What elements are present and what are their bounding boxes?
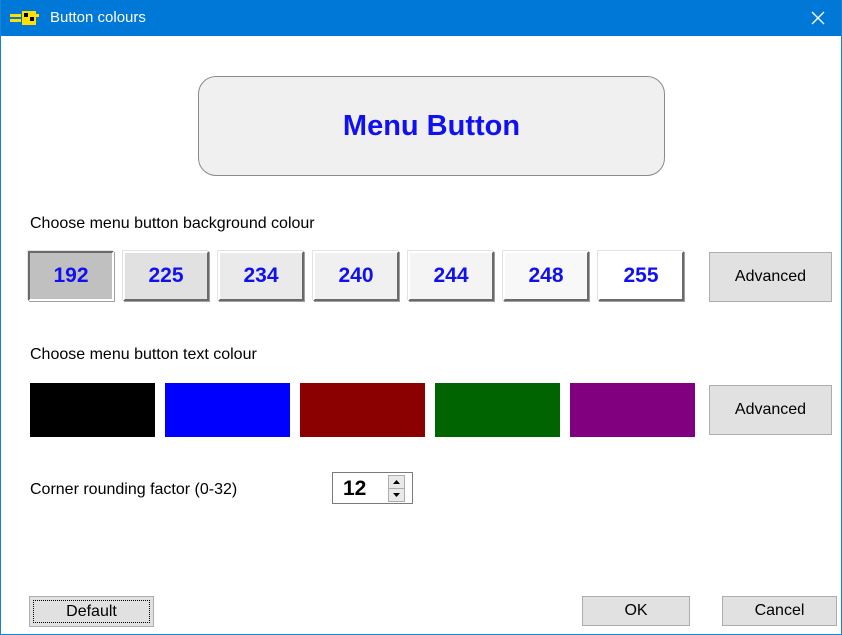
spin-down-button[interactable]: [388, 488, 405, 502]
background-swatch-value: 248: [528, 264, 564, 287]
text-colour-swatch[interactable]: [435, 383, 560, 437]
background-swatch-192[interactable]: 192: [28, 251, 114, 301]
background-swatch-240[interactable]: 240: [313, 251, 399, 301]
window-title: Button colours: [50, 9, 146, 26]
button-colours-dialog: Button colours Menu Button Choose menu b…: [0, 0, 842, 635]
spin-up-button[interactable]: [388, 475, 405, 489]
text-advanced-label: Advanced: [734, 401, 807, 418]
default-button[interactable]: Default: [29, 596, 154, 627]
ok-button-label: OK: [624, 602, 648, 619]
menu-button-preview-label: Menu Button: [342, 109, 521, 142]
ok-button[interactable]: OK: [582, 596, 690, 626]
background-swatch-244[interactable]: 244: [408, 251, 494, 301]
background-swatch-value: 244: [433, 264, 469, 287]
background-swatch-value: 234: [243, 264, 279, 287]
menu-button-preview: Menu Button: [198, 76, 665, 176]
text-colour-swatch[interactable]: [570, 383, 695, 437]
text-advanced-button[interactable]: Advanced: [709, 385, 832, 435]
text-colour-label: Choose menu button text colour: [30, 346, 257, 363]
background-swatch-255[interactable]: 255: [598, 251, 684, 301]
background-advanced-label: Advanced: [734, 268, 807, 285]
app-icon: [10, 11, 39, 25]
text-colour-swatch[interactable]: [30, 383, 155, 437]
background-swatch-225[interactable]: 225: [123, 251, 209, 301]
background-swatch-248[interactable]: 248: [503, 251, 589, 301]
background-swatch-value: 240: [338, 264, 374, 287]
cancel-button-label: Cancel: [754, 602, 805, 619]
background-swatch-234[interactable]: 234: [218, 251, 304, 301]
close-icon: [811, 11, 825, 25]
background-swatch-value: 255: [623, 264, 659, 287]
focus-rectangle: [33, 600, 150, 623]
arrow-up-icon: [393, 480, 400, 484]
corner-rounding-spinner[interactable]: 12: [332, 472, 413, 504]
cancel-button[interactable]: Cancel: [722, 596, 837, 626]
background-advanced-button[interactable]: Advanced: [709, 252, 832, 302]
background-colour-label: Choose menu button background colour: [30, 215, 315, 232]
title-bar: Button colours: [1, 0, 841, 36]
text-colour-swatch[interactable]: [165, 383, 290, 437]
corner-rounding-value[interactable]: 12: [343, 477, 366, 501]
background-swatch-value: 192: [53, 264, 89, 287]
corner-rounding-label: Corner rounding factor (0-32): [30, 481, 238, 498]
close-button[interactable]: [795, 0, 841, 36]
text-colour-swatch[interactable]: [300, 383, 425, 437]
arrow-down-icon: [393, 493, 400, 497]
background-swatch-value: 225: [148, 264, 184, 287]
